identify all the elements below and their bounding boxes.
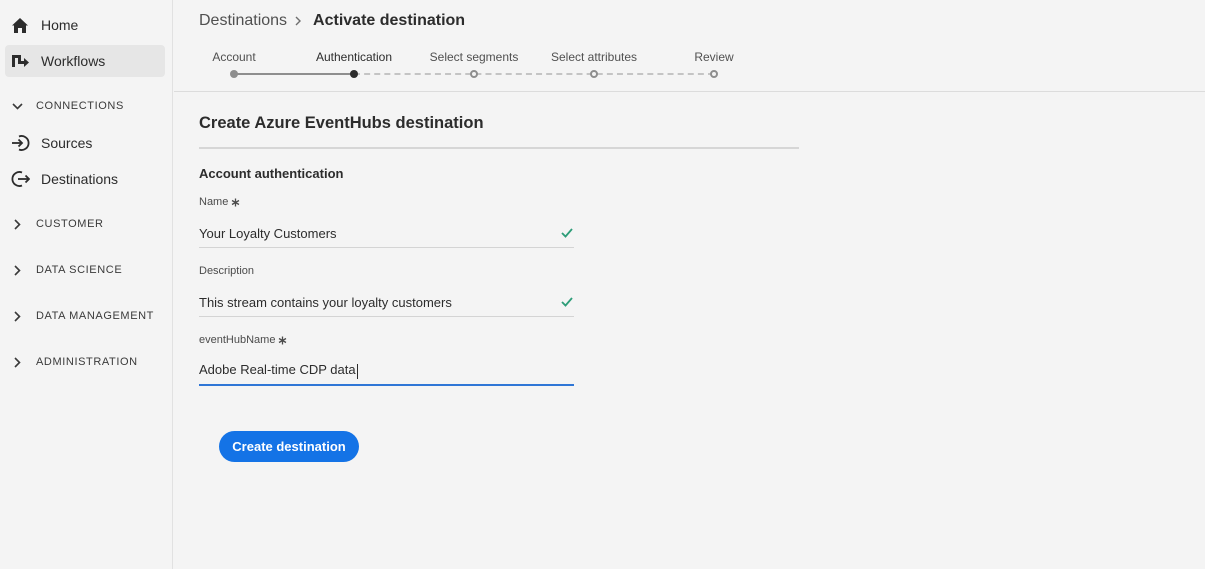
step-label-select-segments: Select segments [429,50,519,64]
description-field-group: Description This stream contains your lo… [199,264,574,317]
destinations-icon [10,169,30,189]
sidebar-section-administration[interactable]: ADMINISTRATION [10,350,170,374]
step-connector [354,73,714,75]
divider [199,147,799,149]
sidebar-item-workflows[interactable]: Workflows [5,45,165,77]
eventhubname-label-text: eventHubName [199,334,276,346]
description-input-value: This stream contains your loyalty custom… [199,294,452,310]
eventhubname-input-value: Adobe Real-time CDP data [199,362,356,378]
name-field-group: Name Your Loyalty Customers [199,195,574,248]
step-marker-account [230,70,238,78]
step-label-authentication: Authentication [315,50,393,64]
create-destination-button[interactable]: Create destination [219,431,359,462]
description-input[interactable]: This stream contains your loyalty custom… [199,288,574,317]
workflows-icon [10,51,30,71]
name-label: Name [199,195,574,209]
sidebar-section-customer[interactable]: CUSTOMER [10,212,170,236]
sidebar-item-label: Sources [41,135,93,151]
checkmark-icon [560,226,574,240]
eventhubname-input[interactable]: Adobe Real-time CDP data [199,357,574,386]
sidebar-item-home[interactable]: Home [5,9,165,41]
sidebar-item-label: Destinations [41,171,119,187]
sources-icon [10,133,30,153]
name-label-text: Name [199,196,229,208]
sidebar: Home Workflows CONNECTIONS Sources Desti… [0,0,173,569]
sidebar-section-data-management[interactable]: DATA MANAGEMENT [10,304,170,328]
chevron-right-icon [10,309,24,323]
sidebar-item-destinations[interactable]: Destinations [5,163,165,195]
eventhubname-field-group: eventHubName Adobe Real-time CDP data [199,333,574,386]
name-input-value: Your Loyalty Customers [199,225,337,241]
description-label: Description [199,264,574,278]
step-connector [234,73,354,75]
stepper: Account Authentication Select segments S… [174,0,774,92]
name-input[interactable]: Your Loyalty Customers [199,219,574,248]
chevron-right-icon [10,217,24,231]
sidebar-section-label: CUSTOMER [36,218,104,230]
required-asterisk-icon [231,198,240,207]
chevron-down-icon [10,99,24,113]
page-header: Destinations Activate destination Accoun… [174,0,1205,92]
description-label-text: Description [199,265,255,277]
sidebar-item-label: Workflows [41,53,106,69]
step-marker-select-segments [470,70,478,78]
sidebar-section-data-science[interactable]: DATA SCIENCE [10,258,170,282]
sidebar-item-sources[interactable]: Sources [5,127,165,159]
eventhubname-input-content: Adobe Real-time CDP data [199,362,358,379]
section-title: Account authentication [199,166,344,181]
main-content: Destinations Activate destination Accoun… [174,0,1205,569]
sidebar-section-label: DATA MANAGEMENT [36,310,154,322]
step-label-account: Account [212,50,256,64]
sidebar-section-label: ADMINISTRATION [36,356,138,368]
text-caret [356,363,358,379]
sidebar-item-label: Home [41,17,79,33]
step-marker-authentication [350,70,358,78]
sidebar-section-connections[interactable]: CONNECTIONS [10,94,170,118]
step-marker-review [710,70,718,78]
form-title: Create Azure EventHubs destination [199,114,484,132]
step-marker-select-attributes [590,70,598,78]
chevron-right-icon [10,263,24,277]
eventhubname-label: eventHubName [199,333,574,347]
home-icon [10,15,30,35]
chevron-right-icon [10,355,24,369]
sidebar-section-label: DATA SCIENCE [36,264,123,276]
sidebar-section-label: CONNECTIONS [36,100,124,112]
step-label-review: Review [694,50,734,64]
checkmark-icon [560,295,574,309]
required-asterisk-icon [278,336,287,345]
step-label-select-attributes: Select attributes [550,50,638,64]
